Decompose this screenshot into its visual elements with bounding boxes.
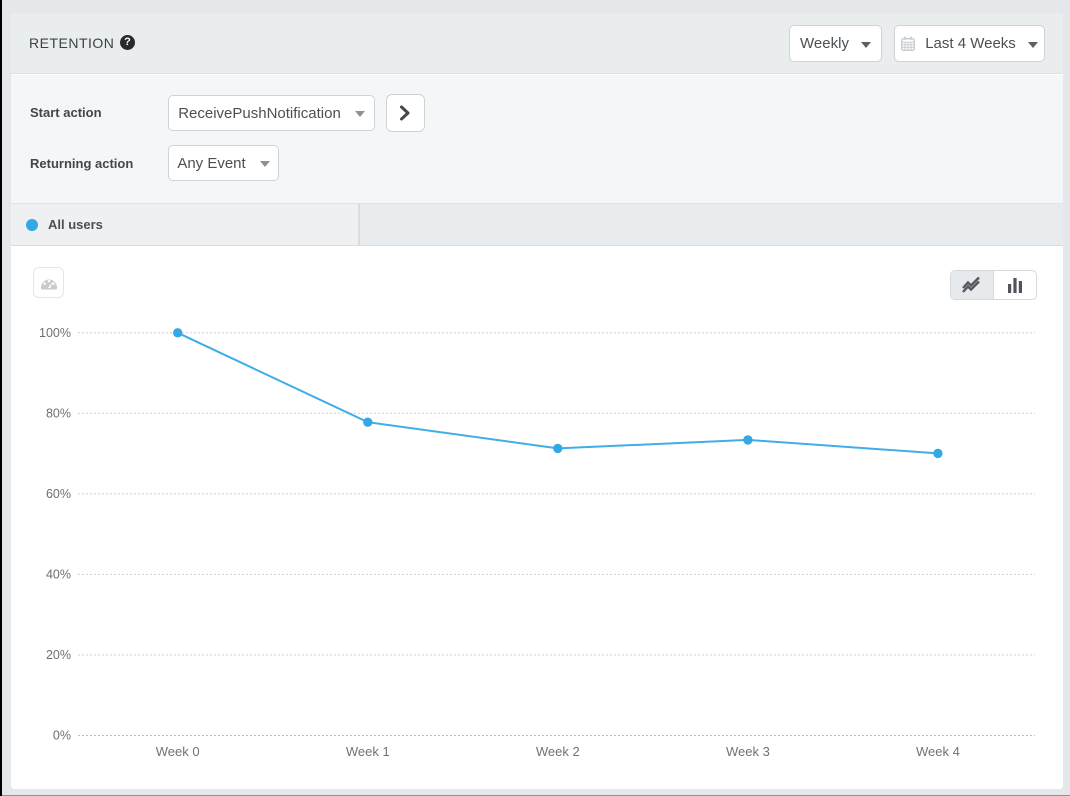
svg-text:40%: 40% [46, 567, 71, 581]
svg-text:20%: 20% [46, 648, 71, 662]
svg-text:Week 4: Week 4 [916, 744, 960, 759]
svg-text:Week 0: Week 0 [156, 744, 200, 759]
svg-text:60%: 60% [46, 487, 71, 501]
svg-text:Week 1: Week 1 [346, 744, 390, 759]
svg-text:80%: 80% [46, 406, 71, 420]
svg-text:0%: 0% [53, 729, 71, 743]
svg-text:Week 2: Week 2 [536, 744, 580, 759]
svg-text:Week 3: Week 3 [726, 744, 770, 759]
svg-text:100%: 100% [39, 326, 71, 340]
